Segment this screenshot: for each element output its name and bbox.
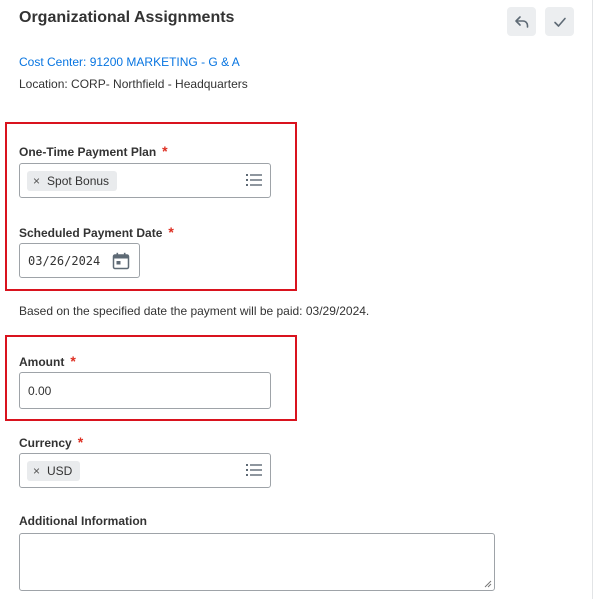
payment-plan-label: One-Time Payment Plan * (19, 143, 168, 159)
payment-plan-pill: × Spot Bonus (27, 171, 118, 191)
cancel-button[interactable] (507, 7, 536, 36)
payment-date-label: Scheduled Payment Date * (19, 224, 174, 240)
amount-label: Amount * (19, 353, 76, 369)
payment-date-field[interactable]: 03/26/2024 (19, 243, 140, 278)
undo-arrow-icon (514, 15, 528, 28)
currency-label: Currency * (19, 434, 84, 450)
payment-plan-value: Spot Bonus (47, 174, 110, 188)
currency-field[interactable]: × USD (19, 453, 271, 488)
payment-plan-field[interactable]: × Spot Bonus (19, 163, 271, 198)
list-prompt-icon[interactable] (246, 463, 262, 477)
amount-input[interactable] (19, 372, 271, 409)
list-prompt-icon[interactable] (246, 173, 262, 187)
calendar-icon[interactable] (112, 252, 130, 270)
currency-pill: × USD (27, 461, 81, 481)
checkmark-icon (553, 17, 566, 27)
remove-icon[interactable]: × (33, 174, 40, 188)
additional-info-label: Additional Information (19, 514, 147, 528)
cost-center-link[interactable]: Cost Center: 91200 MARKETING - G & A (19, 55, 240, 69)
submit-button[interactable] (545, 7, 574, 36)
required-marker: * (168, 224, 174, 240)
payment-date-note: Based on the specified date the payment … (19, 304, 370, 318)
payment-date-value[interactable]: 03/26/2024 (28, 254, 100, 268)
currency-value: USD (47, 464, 73, 478)
panel-divider (592, 0, 593, 599)
required-marker: * (77, 434, 84, 450)
location-text: Location: CORP- Northfield - Headquarter… (19, 77, 248, 91)
resize-handle-icon[interactable] (484, 580, 492, 588)
remove-icon[interactable]: × (33, 464, 40, 478)
page-title: Organizational Assignments (19, 9, 235, 26)
additional-info-textarea[interactable] (19, 533, 495, 591)
required-marker: * (70, 353, 76, 369)
required-marker: * (162, 143, 168, 159)
